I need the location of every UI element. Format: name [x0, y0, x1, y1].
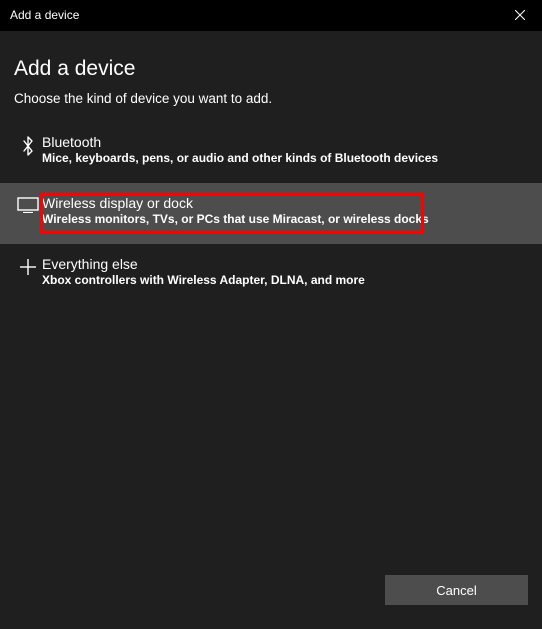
- option-label: Everything else: [42, 256, 528, 272]
- cancel-button[interactable]: Cancel: [385, 575, 528, 605]
- display-icon: [14, 197, 42, 213]
- plus-icon: [14, 258, 42, 276]
- close-button[interactable]: [497, 0, 542, 31]
- option-description: Wireless monitors, TVs, or PCs that use …: [42, 212, 528, 226]
- option-bluetooth[interactable]: Bluetooth Mice, keyboards, pens, or audi…: [0, 122, 542, 183]
- option-wireless-display[interactable]: Wireless display or dock Wireless monito…: [0, 183, 542, 244]
- device-options: Bluetooth Mice, keyboards, pens, or audi…: [0, 122, 542, 305]
- page-subtitle: Choose the kind of device you want to ad…: [14, 91, 528, 106]
- window-title: Add a device: [10, 8, 79, 22]
- option-description: Xbox controllers with Wireless Adapter, …: [42, 273, 528, 287]
- option-everything-else[interactable]: Everything else Xbox controllers with Wi…: [0, 244, 542, 305]
- titlebar: Add a device: [0, 0, 542, 31]
- page-title: Add a device: [14, 57, 528, 81]
- option-label: Bluetooth: [42, 134, 528, 150]
- header: Add a device Choose the kind of device y…: [0, 31, 542, 122]
- option-description: Mice, keyboards, pens, or audio and othe…: [42, 151, 528, 165]
- footer: Cancel: [0, 563, 542, 629]
- bluetooth-icon: [14, 136, 42, 156]
- close-icon: [515, 10, 525, 20]
- option-label: Wireless display or dock: [42, 195, 528, 211]
